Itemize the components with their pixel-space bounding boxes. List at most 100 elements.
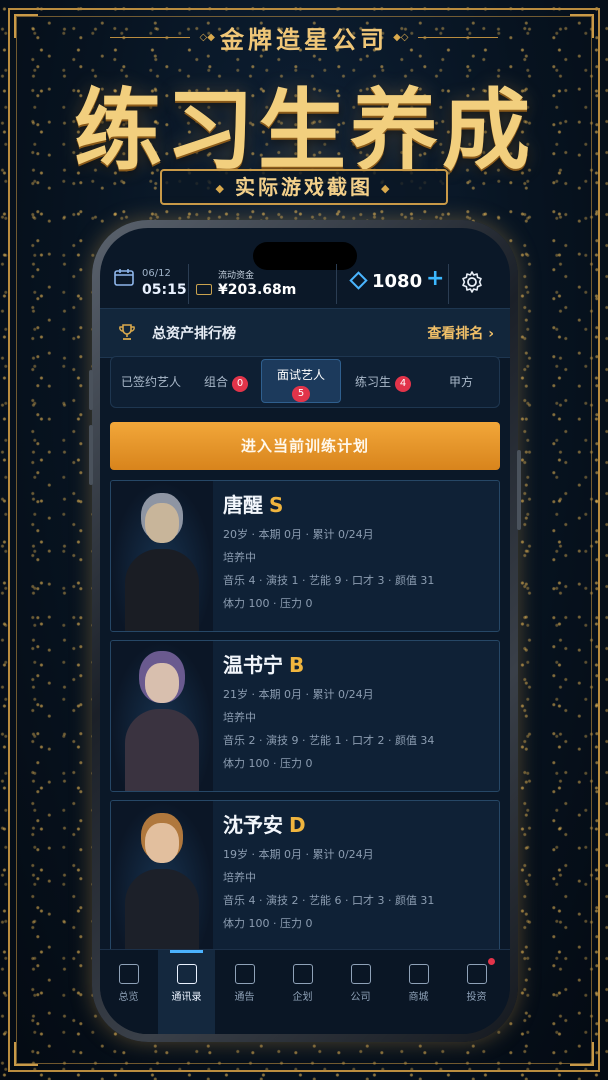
status-bar: 06/12 05:15 流动资金 ¥203.68m 1080 + xyxy=(100,258,510,310)
poster-subtitle-row: ◇◆ 金牌造星公司 ◆◇ xyxy=(0,20,608,55)
trainee-grade: B xyxy=(289,653,305,677)
trainee-status: 培养中 xyxy=(223,711,256,724)
settings-gear-icon[interactable] xyxy=(460,270,484,294)
phone-button xyxy=(89,425,93,485)
trainee-info: 温书宁 B 21岁 · 本期 0月 · 累计 0/24月 培养中 音乐 2 · 演… xyxy=(223,649,491,771)
app-screen: 06/12 05:15 流动资金 ¥203.68m 1080 + 总资产排行榜 … xyxy=(100,228,510,1034)
chart-icon xyxy=(466,964,487,984)
tabbar-item-contacts[interactable]: 通讯录 xyxy=(158,950,215,1034)
building-icon xyxy=(350,964,371,984)
tab-signed-artists[interactable]: 已签约艺人 xyxy=(111,357,191,407)
trainee-card[interactable]: 唐醒 S 20岁 · 本期 0月 · 累计 0/24月 培养中 音乐 4 · 演技… xyxy=(110,480,500,632)
add-diamonds-button[interactable]: + xyxy=(426,266,444,291)
trainee-name-row: 唐醒 S xyxy=(223,489,491,518)
game-date: 06/12 xyxy=(142,268,171,279)
trainee-stamina-stress: 体力 100 · 压力 0 xyxy=(223,917,313,930)
divider xyxy=(109,37,190,38)
diamond-count: 1080 xyxy=(372,271,423,292)
calendar-icon xyxy=(114,269,134,286)
ranking-title: 总资产排行榜 xyxy=(152,326,236,342)
view-ranking-link[interactable]: 查看排名 › xyxy=(427,323,494,343)
game-time: 05:15 xyxy=(142,282,187,298)
trainee-skills: 音乐 4 · 演技 2 · 艺能 6 · 口才 3 · 颜值 31 xyxy=(223,894,435,907)
trainee-stamina-stress: 体力 100 · 压力 0 xyxy=(223,597,313,610)
artist-category-tabs: 已签约艺人 组合 0 面试艺人 5 练习生 4 甲方 xyxy=(110,356,500,408)
enter-training-plan-button[interactable]: 进入当前训练计划 xyxy=(110,422,500,470)
trainee-age-period: 20岁 · 本期 0月 · 累计 0/24月 xyxy=(223,528,374,541)
clipboard-icon xyxy=(292,964,313,984)
diamond-ornament-icon: ◆ xyxy=(215,182,227,195)
divider xyxy=(336,264,337,304)
trainee-status: 培养中 xyxy=(223,551,256,564)
trainee-info: 沈予安 D 19岁 · 本期 0月 · 累计 0/24月 培养中 音乐 4 · 演… xyxy=(223,809,491,931)
tabbar-item-announcements[interactable]: 通告 xyxy=(216,950,273,1034)
cash-label: 流动资金 xyxy=(218,271,255,281)
tabbar-item-invest[interactable]: 投资 xyxy=(448,950,505,1034)
tabbar-label: 商城 xyxy=(408,992,429,1003)
trainee-name-row: 温书宁 B xyxy=(223,649,491,678)
tab-label: 已签约艺人 xyxy=(120,375,181,389)
asset-ranking-bar[interactable]: 总资产排行榜 查看排名 › xyxy=(100,308,510,358)
trainee-card[interactable]: 温书宁 B 21岁 · 本期 0月 · 累计 0/24月 培养中 音乐 2 · 演… xyxy=(110,640,500,792)
trainee-card[interactable]: 沈予安 D 19岁 · 本期 0月 · 累计 0/24月 培养中 音乐 4 · 演… xyxy=(110,800,500,952)
portrait-head xyxy=(145,823,179,863)
trainee-portrait xyxy=(111,641,213,791)
cash-icon xyxy=(196,284,212,295)
count-badge: 5 xyxy=(292,386,310,402)
count-badge: 4 xyxy=(395,376,411,392)
poster-subtitle: 金牌造星公司 xyxy=(220,25,388,54)
tab-label: 组合 xyxy=(203,375,228,389)
tabbar-item-company[interactable]: 公司 xyxy=(332,950,389,1034)
tab-clients[interactable]: 甲方 xyxy=(423,357,499,407)
diamond-ornament-icon: ◇◆ xyxy=(199,32,215,43)
cash-value: ¥203.68m xyxy=(218,282,297,298)
trainee-grade: S xyxy=(269,493,284,517)
count-badge: 0 xyxy=(232,376,248,392)
tabbar-label: 投资 xyxy=(466,992,487,1003)
tabbar-label: 总览 xyxy=(118,992,139,1003)
tab-interview-artists[interactable]: 面试艺人 5 xyxy=(261,359,341,403)
poster-title: 练习生养成 xyxy=(73,78,534,182)
trainee-portrait xyxy=(111,481,213,631)
diamond-ornament-icon: ◆◇ xyxy=(393,32,409,43)
poster-badge: ◆ 实际游戏截图 ◆ xyxy=(160,169,448,205)
divider xyxy=(418,37,499,38)
trainee-info: 唐醒 S 20岁 · 本期 0月 · 累计 0/24月 培养中 音乐 4 · 演技… xyxy=(223,489,491,611)
poster-badge-text: 实际游戏截图 xyxy=(235,175,373,199)
tabbar-item-overview[interactable]: 总览 xyxy=(100,950,157,1034)
portrait-head xyxy=(145,503,179,543)
tabbar-label: 企划 xyxy=(292,992,313,1003)
trainee-skills: 音乐 2 · 演技 9 · 艺能 1 · 口才 2 · 颜值 34 xyxy=(223,734,435,747)
diamond-ornament-icon: ◆ xyxy=(381,182,393,195)
trainee-name-row: 沈予安 D xyxy=(223,809,491,838)
trainee-name: 沈予安 xyxy=(223,813,283,837)
diamond-icon xyxy=(349,271,368,290)
contacts-icon xyxy=(176,964,197,984)
trainee-grade: D xyxy=(289,813,306,837)
tab-groups[interactable]: 组合 0 xyxy=(191,357,261,407)
tab-trainees[interactable]: 练习生 4 xyxy=(343,357,423,407)
trainee-skills: 音乐 4 · 演技 1 · 艺能 9 · 口才 3 · 颜值 31 xyxy=(223,574,435,587)
phone-button xyxy=(89,370,93,410)
tab-label: 练习生 xyxy=(354,375,391,389)
trainee-age-period: 19岁 · 本期 0月 · 累计 0/24月 xyxy=(223,848,374,861)
grid-icon xyxy=(118,964,139,984)
divider xyxy=(188,264,189,304)
portrait-body xyxy=(125,549,199,631)
tabbar-label: 公司 xyxy=(350,992,371,1003)
trainee-portrait xyxy=(111,801,213,951)
trophy-icon xyxy=(119,324,135,340)
bottom-tab-bar: 总览 通讯录 通告 企划 公司 商城 投资 xyxy=(100,949,510,1034)
portrait-body xyxy=(125,869,199,951)
tabbar-item-shop[interactable]: 商城 xyxy=(390,950,447,1034)
trainee-age-period: 21岁 · 本期 0月 · 累计 0/24月 xyxy=(223,688,374,701)
portrait-head xyxy=(145,663,179,703)
tabbar-label: 通讯录 xyxy=(171,992,202,1003)
notification-dot xyxy=(488,958,495,965)
phone-frame: 06/12 05:15 流动资金 ¥203.68m 1080 + 总资产排行榜 … xyxy=(89,220,521,1042)
trainee-status: 培养中 xyxy=(223,871,256,884)
portrait-body xyxy=(125,709,199,791)
tab-label: 甲方 xyxy=(448,375,473,389)
tabbar-item-planning[interactable]: 企划 xyxy=(274,950,331,1034)
divider xyxy=(448,264,449,304)
